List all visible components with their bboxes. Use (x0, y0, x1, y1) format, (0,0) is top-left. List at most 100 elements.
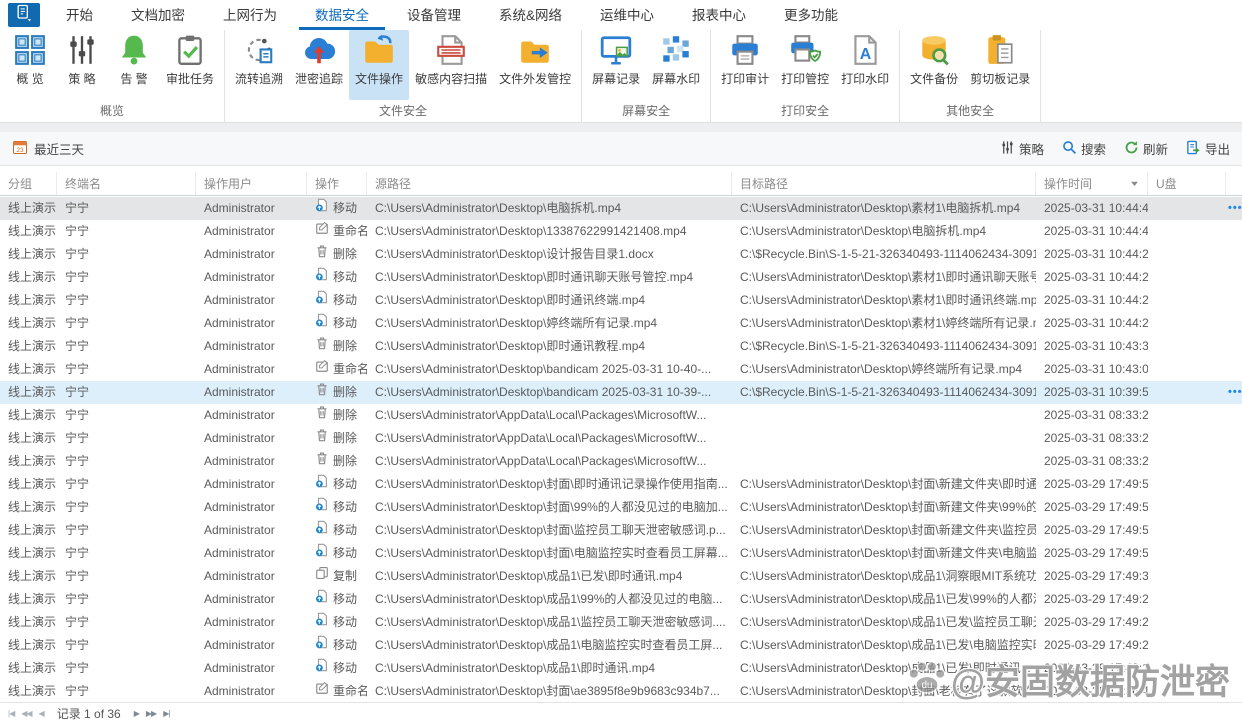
column-header-8[interactable]: U盘 (1148, 172, 1226, 195)
user-cell: Administrator (204, 431, 275, 445)
table-row-11[interactable]: 线上演示 宁宁 Administrator 删除 C:\Users\Administra… (0, 427, 1242, 450)
first-page-icon[interactable]: |◀ (8, 709, 15, 718)
export-button[interactable]: 导出 (1186, 139, 1230, 158)
tab-9[interactable]: 更多功能 (768, 0, 854, 30)
ribbon-item[interactable]: 概 览 (4, 30, 56, 100)
tab-6[interactable]: 系统&网络 (483, 0, 578, 30)
column-header-5[interactable]: 源路径 (367, 172, 732, 195)
row-actions-ellipsis (1226, 312, 1242, 335)
usb-cell (1148, 588, 1226, 611)
table-row-13[interactable]: 线上演示 宁宁 Administrator 移动 C:\Users\Administra… (0, 473, 1242, 496)
table-row-1[interactable]: 线上演示 宁宁 Administrator 移动 C:\Users\Administra… (0, 197, 1242, 220)
table-row-21[interactable]: 线上演示 宁宁 Administrator 移动 C:\Users\Administra… (0, 657, 1242, 680)
search-button[interactable]: 搜索 (1062, 139, 1106, 158)
table-row-9[interactable]: 线上演示 宁宁 Administrator 删除 C:\Users\Administra… (0, 381, 1242, 404)
table-row-12[interactable]: 线上演示 宁宁 Administrator 删除 C:\Users\Administra… (0, 450, 1242, 473)
fast-next-icon[interactable]: ▶▶ (146, 709, 157, 718)
tab-2[interactable]: 文档加密 (115, 0, 201, 30)
terminal-cell: 宁宁 (65, 684, 90, 698)
ribbon-item-label: 屏幕记录 (592, 72, 641, 86)
usb-cell (1148, 680, 1226, 703)
tab-4[interactable]: 数据安全 (299, 0, 385, 30)
column-header-6[interactable]: 目标路径 (732, 172, 1036, 195)
ribbon-item[interactable]: 泄密追踪 (289, 30, 349, 100)
ribbon-item[interactable]: 文件操作 (349, 30, 410, 100)
ribbon-item[interactable]: 打印审计 (715, 30, 775, 100)
table-row-18[interactable]: 线上演示 宁宁 Administrator 移动 C:\Users\Administra… (0, 588, 1242, 611)
refresh-button[interactable]: 刷新 (1124, 139, 1168, 158)
column-header-7[interactable]: 操作时间 (1036, 172, 1148, 195)
row-actions-ellipsis (1226, 634, 1242, 657)
table-row-7[interactable]: 线上演示 宁宁 Administrator 删除 C:\Users\Administra… (0, 335, 1242, 358)
terminal-cell: 宁宁 (65, 270, 90, 284)
row-actions-ellipsis[interactable]: ••• (1226, 197, 1242, 220)
ribbon-item[interactable]: 文件外发管控 (493, 30, 577, 100)
tab-5[interactable]: 设备管理 (391, 0, 477, 30)
last-page-icon[interactable]: ▶| (163, 709, 170, 718)
table-row-14[interactable]: 线上演示 宁宁 Administrator 移动 C:\Users\Administra… (0, 496, 1242, 519)
row-actions-ellipsis[interactable]: ••• (1226, 381, 1242, 404)
table-row-10[interactable]: 线上演示 宁宁 Administrator 删除 C:\Users\Administra… (0, 404, 1242, 427)
next-page-icon[interactable]: ▶ (134, 709, 140, 718)
filter-dropdown-icon[interactable] (1130, 177, 1139, 191)
file-outgoing-icon (518, 33, 552, 67)
column-header-3[interactable]: 操作用户 (196, 172, 307, 195)
group-cell: 线上演示 (8, 316, 57, 330)
ribbon-item[interactable]: 审批任务 (160, 30, 220, 100)
ribbon: 概 览策 略告 警审批任务 概览 流转追溯 泄密追踪 文件操作 敏感内容扫描 文件外发管控 文… (0, 30, 1242, 122)
tab-1[interactable]: 开始 (50, 0, 109, 30)
table-row-16[interactable]: 线上演示 宁宁 Administrator 移动 C:\Users\Administra… (0, 542, 1242, 565)
ribbon-group-1: 概 览 策 略 告 警 审批任务 概览 (0, 30, 226, 122)
rename-icon (315, 680, 329, 703)
fast-prev-icon[interactable]: ◀◀ (21, 709, 32, 718)
terminal-cell: 宁宁 (65, 293, 90, 307)
group-cell: 线上演示 (8, 684, 57, 698)
ribbon-item[interactable]: 剪切板记录 (964, 30, 1036, 100)
table-row-6[interactable]: 线上演示 宁宁 Administrator 移动 C:\Users\Administra… (0, 312, 1242, 335)
group-cell: 线上演示 (8, 500, 57, 514)
prev-page-icon[interactable]: ◀ (39, 709, 45, 718)
table-row-19[interactable]: 线上演示 宁宁 Administrator 移动 C:\Users\Administra… (0, 611, 1242, 634)
ribbon-item[interactable]: 敏感内容扫描 (409, 30, 493, 100)
table-row-2[interactable]: 线上演示 宁宁 Administrator 重命名 C:\Users\Administr… (0, 220, 1242, 243)
table-row-20[interactable]: 线上演示 宁宁 Administrator 移动 C:\Users\Administra… (0, 634, 1242, 657)
ribbon-item[interactable]: 告 警 (108, 30, 160, 100)
app-menu-button[interactable] (8, 3, 40, 27)
ribbon-item[interactable]: 文件备份 (904, 30, 964, 100)
table-row-15[interactable]: 线上演示 宁宁 Administrator 移动 C:\Users\Administra… (0, 519, 1242, 542)
overview-grid-icon (13, 33, 47, 67)
toolbar-button-label: 策略 (1018, 143, 1044, 157)
target-path-cell: C:\Users\Administrator\Desktop\素材1\即时通讯聊… (740, 270, 1036, 284)
ribbon-group-items: 概 览 策 略 告 警 审批任务 (4, 30, 220, 100)
ribbon-group-items: 屏幕记录 屏幕水印 (586, 30, 706, 100)
column-header-1[interactable]: 分组 (0, 172, 57, 195)
column-header-2[interactable]: 终端名 (57, 172, 196, 195)
ribbon-item[interactable]: A 打印水印 (835, 30, 895, 100)
clipboard-record-icon (983, 33, 1017, 67)
column-header-4[interactable]: 操作 (307, 172, 367, 195)
tab-7[interactable]: 运维中心 (584, 0, 670, 30)
usb-cell (1148, 197, 1226, 220)
ribbon-item[interactable]: 策 略 (56, 30, 108, 100)
ribbon-item[interactable]: 屏幕水印 (646, 30, 706, 100)
ribbon-item[interactable]: 打印管控 (775, 30, 835, 100)
time-cell: 2025-03-29 17:49:55 (1044, 523, 1148, 537)
operation-cell: 重命名 (307, 358, 367, 381)
table-row-5[interactable]: 线上演示 宁宁 Administrator 移动 C:\Users\Administra… (0, 289, 1242, 312)
terminal-cell: 宁宁 (65, 201, 90, 215)
table-row-3[interactable]: 线上演示 宁宁 Administrator 删除 C:\Users\Administra… (0, 243, 1242, 266)
tab-3[interactable]: 上网行为 (207, 0, 293, 30)
record-count-label: 记录 1 of 36 (56, 706, 121, 721)
row-actions-ellipsis (1226, 680, 1242, 703)
table-row-22[interactable]: 线上演示 宁宁 Administrator 重命名 C:\Users\Administr… (0, 680, 1242, 703)
table-row-4[interactable]: 线上演示 宁宁 Administrator 移动 C:\Users\Administra… (0, 266, 1242, 289)
tab-8[interactable]: 报表中心 (676, 0, 762, 30)
ribbon-item[interactable]: 流转追溯 (229, 30, 289, 100)
ribbon-item-label: 告 警 (120, 72, 148, 86)
table-row-8[interactable]: 线上演示 宁宁 Administrator 重命名 C:\Users\Administr… (0, 358, 1242, 381)
table-row-17[interactable]: 线上演示 宁宁 Administrator 复制 C:\Users\Administra… (0, 565, 1242, 588)
terminal-cell: 宁宁 (65, 431, 90, 445)
policy-button[interactable]: 策略 (1000, 139, 1044, 158)
date-range-filter[interactable]: 23 最近三天 (12, 139, 84, 158)
ribbon-item[interactable]: 屏幕记录 (586, 30, 646, 100)
